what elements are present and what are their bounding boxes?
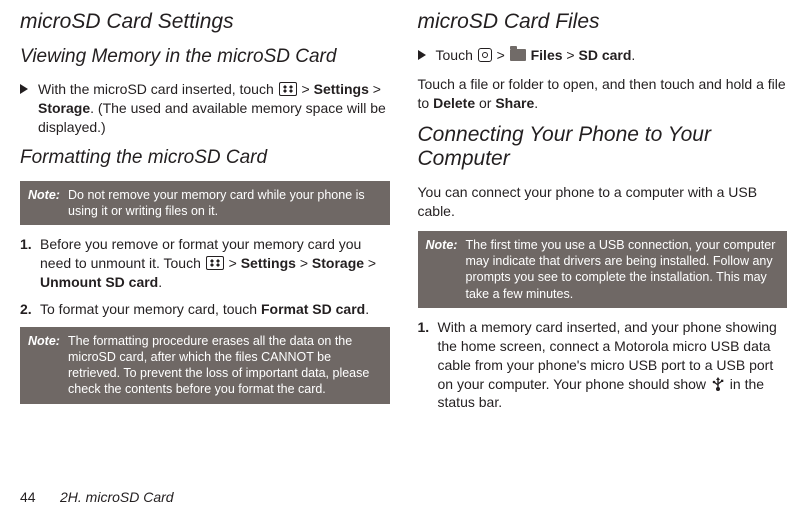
note-message: Do not remove your memory card while you… — [68, 187, 382, 220]
note-label: Note: — [426, 237, 466, 302]
step-1-connect-usb: 1. With a memory card inserted, and your… — [418, 318, 788, 412]
separator: > — [369, 81, 381, 97]
text: . (The used and available memory space w… — [38, 100, 386, 135]
text: or — [475, 95, 495, 111]
separator: > — [296, 255, 312, 271]
heading-files: microSD Card Files — [418, 10, 788, 34]
text: . — [631, 47, 635, 63]
usb-icon — [711, 377, 725, 391]
text: . — [158, 274, 162, 290]
label-sd-card: SD card — [578, 47, 631, 63]
apps-grid-icon — [206, 256, 224, 270]
text-connect-intro: You can connect your phone to a computer… — [418, 183, 788, 221]
label-unmount: Unmount SD card — [40, 274, 158, 290]
separator: > — [364, 255, 376, 271]
text: Touch — [436, 47, 477, 63]
text-open-file-hold: Touch a file or folder to open, and then… — [418, 75, 788, 113]
separator: > — [493, 47, 509, 63]
heading-viewing-memory: Viewing Memory in the microSD Card — [20, 46, 390, 68]
step-1-unmount: 1. Before you remove or format your memo… — [20, 235, 390, 292]
triangle-bullet-icon — [418, 50, 426, 60]
heading-formatting: Formatting the microSD Card — [20, 147, 390, 169]
bullet-open-files: Touch > Files > SD card. — [418, 46, 788, 65]
note-message: The formatting procedure erases all the … — [68, 333, 382, 398]
step-number: 2. — [20, 300, 40, 319]
label-format-sd: Format SD card — [261, 301, 365, 317]
label-share: Share — [495, 95, 534, 111]
camera-home-icon — [478, 48, 492, 62]
step-number: 1. — [418, 318, 438, 412]
text: To format your memory card, touch — [40, 301, 261, 317]
page-number: 44 — [20, 489, 60, 505]
heading-settings: microSD Card Settings — [20, 10, 390, 34]
step-number: 1. — [20, 235, 40, 292]
note-donot-remove: Note: Do not remove your memory card whi… — [20, 181, 390, 226]
note-message: The first time you use a USB connection,… — [466, 237, 780, 302]
text: . — [534, 95, 538, 111]
label-settings: Settings — [241, 255, 296, 271]
right-column: microSD Card Files Touch > Files > SD ca… — [418, 10, 788, 420]
section-title: 2H. microSD Card — [60, 489, 174, 505]
label-files: Files — [531, 47, 563, 63]
note-format-erases: Note: The formatting procedure erases al… — [20, 327, 390, 404]
page-footer: 442H. microSD Card — [20, 489, 174, 505]
text: . — [365, 301, 369, 317]
label-delete: Delete — [433, 95, 475, 111]
folder-icon — [510, 49, 526, 61]
separator: > — [563, 47, 579, 63]
label-storage: Storage — [312, 255, 364, 271]
text: With the microSD card inserted, touch — [38, 81, 278, 97]
note-usb-first-time: Note: The first time you use a USB conne… — [418, 231, 788, 308]
separator: > — [298, 81, 314, 97]
apps-grid-icon — [279, 82, 297, 96]
step-2-format: 2. To format your memory card, touch For… — [20, 300, 390, 319]
separator: > — [225, 255, 241, 271]
heading-connect-computer: Connecting Your Phone to Your Computer — [418, 123, 788, 171]
label-settings: Settings — [314, 81, 369, 97]
bullet-view-memory: With the microSD card inserted, touch > … — [20, 80, 390, 137]
label-storage: Storage — [38, 100, 90, 116]
note-label: Note: — [28, 333, 68, 398]
left-column: microSD Card Settings Viewing Memory in … — [20, 10, 390, 420]
note-label: Note: — [28, 187, 68, 220]
triangle-bullet-icon — [20, 84, 28, 94]
